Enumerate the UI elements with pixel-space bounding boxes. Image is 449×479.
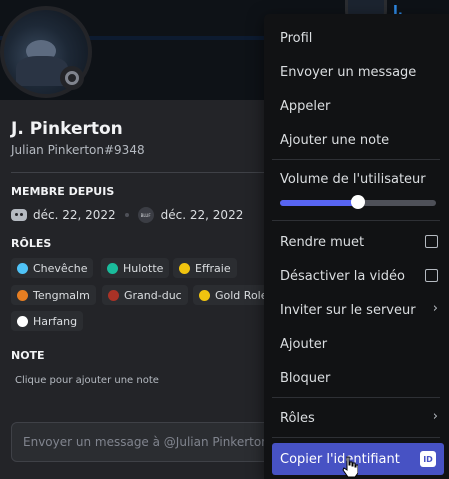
slider-fill [280,200,358,206]
role-color-dot [108,289,119,301]
menu-item-label: Envoyer un message [280,64,417,80]
role-name: Chevêche [33,261,88,275]
user-context-menu: Profil Envoyer un message Appeler Ajoute… [264,14,449,479]
menu-item-mute[interactable]: Rendre muet [272,226,444,258]
menu-item-label: Rôles [280,410,315,426]
separator-dot [124,213,129,217]
menu-item-label: Copier l'identifiant [280,451,400,467]
role-color-dot [107,262,118,274]
hand-pointer-cursor-icon [342,456,358,478]
chevron-right-icon: › [432,301,438,316]
menu-item-label: Rendre muet [280,234,365,250]
menu-separator [272,159,440,160]
menu-item-send-message[interactable]: Envoyer un message [272,56,444,88]
menu-item-label: Appeler [280,98,331,114]
role-name: Tengmalm [33,288,90,302]
menu-item-add-note[interactable]: Ajouter une note [272,124,444,156]
id-icon: ID [420,451,436,467]
note-title: NOTE [11,349,45,362]
menu-item-block[interactable]: Bloquer [272,362,444,394]
role-name: Harfang [33,314,78,328]
username: Julian Pinkerton#9348 [11,143,145,157]
disable-video-checkbox[interactable] [425,269,438,282]
role-color-dot [17,289,28,301]
member-since-title: MEMBRE DEPUIS [11,185,115,198]
role-pill[interactable]: Hulotte [101,258,170,278]
role-pill[interactable]: Chevêche [11,258,94,278]
role-color-dot [199,289,210,301]
menu-item-label: Ajouter une note [280,132,390,148]
menu-item-label: Bloquer [280,370,331,386]
role-pill[interactable]: Grand-duc [102,285,188,305]
server-icon: BLUF [137,207,154,223]
menu-item-label: Ajouter [280,336,328,352]
user-volume-slider[interactable] [280,195,436,209]
menu-separator [272,220,440,221]
discord-join-date: déc. 22, 2022 [33,208,116,222]
role-name: Grand-duc [124,288,182,302]
note-input[interactable]: Clique pour ajouter une note [15,375,159,386]
role-color-dot [179,262,190,274]
menu-item-disable-video[interactable]: Désactiver la vidéo [272,260,444,292]
discord-logo-icon [11,209,27,221]
role-name: Gold Role [215,288,268,302]
menu-item-label: Profil [280,30,313,46]
roles-title: RÔLES [11,237,52,250]
role-pill[interactable]: Harfang [11,311,84,331]
profile-divider [11,172,270,173]
role-name: Effraie [195,261,231,275]
server-join-date: déc. 22, 2022 [160,208,244,222]
menu-item-profile[interactable]: Profil [272,22,444,54]
user-volume-label: Volume de l'utilisateur [280,172,426,187]
menu-item-invite-to-server[interactable]: Inviter sur le serveur › [272,294,444,326]
chevron-right-icon: › [432,409,438,424]
slider-handle[interactable] [351,195,365,209]
role-name: Hulotte [123,261,164,275]
mute-checkbox[interactable] [425,235,438,248]
display-name: J. Pinkerton [11,119,123,139]
menu-separator [272,437,440,438]
menu-item-add-friend[interactable]: Ajouter [272,328,444,360]
role-pill[interactable]: Gold Role [193,285,268,305]
menu-item-roles[interactable]: Rôles › [272,402,444,434]
role-pill[interactable]: Tengmalm [11,285,96,305]
role-color-dot [17,315,28,327]
role-color-dot [17,262,28,274]
menu-item-call[interactable]: Appeler [272,90,444,122]
menu-item-label: Désactiver la vidéo [280,268,405,284]
menu-item-label: Inviter sur le serveur [280,302,416,318]
menu-item-copy-id[interactable]: Copier l'identifiant ID [272,443,444,475]
role-pill[interactable]: Effraie [173,258,237,278]
message-input[interactable]: Envoyer un message à @Julian Pinkerton [11,422,279,462]
status-offline-icon [60,66,84,90]
member-since-row: déc. 22, 2022 BLUF déc. 22, 2022 [11,206,243,224]
menu-separator [272,397,440,398]
